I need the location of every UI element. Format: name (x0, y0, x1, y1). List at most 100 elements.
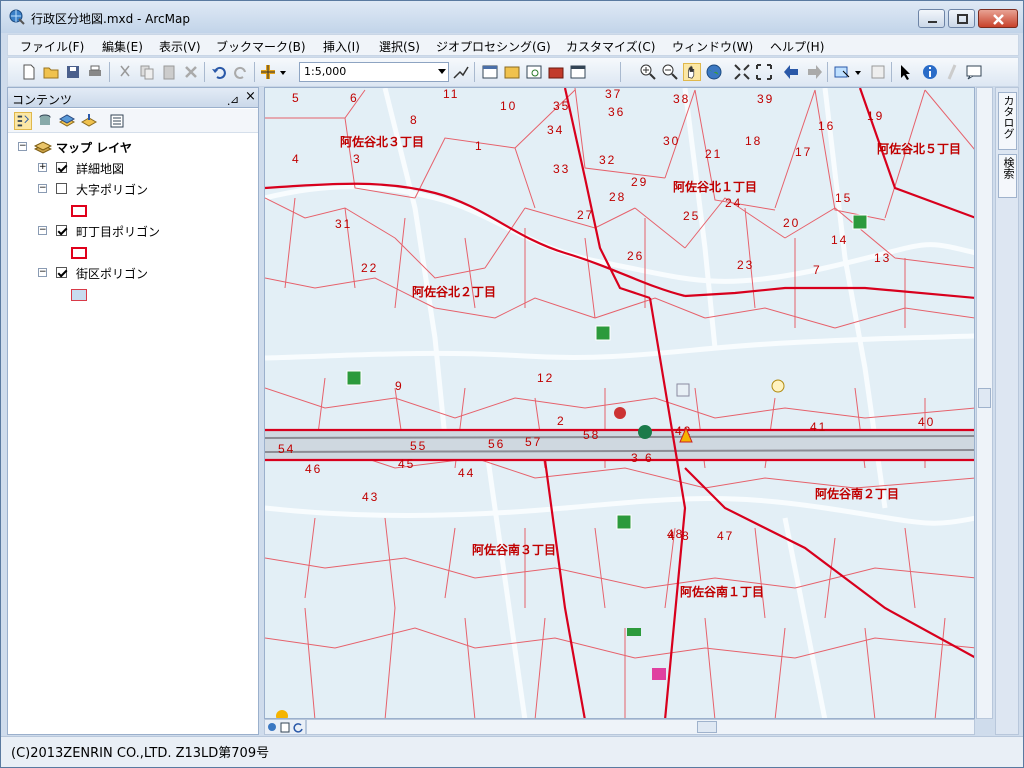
layer-row-detail-map[interactable]: + 詳細地図 (38, 159, 248, 177)
drugstore-icon (652, 668, 666, 680)
layer-label: 町丁目ポリゴン (76, 225, 161, 239)
tree-root-map-layers[interactable]: − マップ レイヤ (18, 138, 248, 156)
symbol-swatch-oaza[interactable] (71, 205, 87, 217)
identify-icon[interactable] (921, 63, 939, 81)
select-dropdown-icon[interactable] (853, 63, 863, 81)
layer-visibility-checkbox[interactable] (56, 225, 67, 236)
search-window-icon[interactable] (525, 63, 543, 81)
python-window-icon[interactable] (569, 63, 587, 81)
standard-toolbar: 1:5,000 (7, 57, 1019, 87)
open-folder-icon[interactable] (42, 63, 60, 81)
symbol-swatch-chome[interactable] (71, 247, 87, 259)
pan-hand-icon[interactable] (683, 63, 701, 81)
menu-help[interactable]: ヘルプ(H) (770, 38, 824, 55)
horizontal-scroll-thumb[interactable] (697, 721, 717, 733)
print-icon[interactable] (86, 63, 104, 81)
arctoolbox-icon[interactable] (547, 63, 565, 81)
menu-geoprocessing[interactable]: ジオプロセシング(G) (436, 38, 551, 55)
layer-visibility-checkbox[interactable] (56, 183, 67, 194)
layer-row-gaiku-polygon[interactable]: − 街区ポリゴン (38, 264, 248, 282)
vertical-scroll-thumb[interactable] (978, 388, 991, 408)
back-extent-icon[interactable] (783, 63, 801, 81)
block-number: 25 (683, 209, 700, 223)
zoom-out-icon[interactable] (661, 63, 679, 81)
bus-stop-icon (627, 628, 641, 636)
block-number: 36 (608, 105, 625, 119)
convenience-store-icon (595, 325, 611, 341)
delete-icon[interactable] (182, 63, 200, 81)
menu-file[interactable]: ファイル(F) (20, 38, 84, 55)
full-extent-globe-icon[interactable] (705, 63, 723, 81)
new-document-icon[interactable] (20, 63, 38, 81)
add-data-icon[interactable] (259, 63, 277, 81)
view-toggle-bar (264, 719, 306, 735)
fixed-zoom-in-icon[interactable] (733, 63, 751, 81)
block-number: 8 (410, 113, 419, 127)
menu-view[interactable]: 表示(V) (159, 38, 201, 55)
menu-edit[interactable]: 編集(E) (102, 38, 143, 55)
collapse-icon[interactable]: − (18, 142, 27, 151)
toc-options-icon[interactable] (108, 112, 126, 130)
table-of-contents-icon[interactable] (481, 63, 499, 81)
block-number: 30 (663, 134, 680, 148)
select-features-icon[interactable] (833, 63, 851, 81)
menu-bookmarks[interactable]: ブックマーク(B) (216, 38, 306, 55)
list-by-selection-icon[interactable] (80, 112, 98, 130)
layout-view-icon[interactable] (280, 722, 291, 733)
list-by-drawing-order-icon[interactable] (14, 112, 32, 130)
menu-customize[interactable]: カスタマイズ(C) (566, 38, 655, 55)
symbol-swatch-gaiku[interactable] (71, 289, 87, 301)
horizontal-scrollbar[interactable] (306, 719, 975, 735)
cut-icon[interactable] (116, 63, 134, 81)
select-elements-arrow-icon[interactable] (897, 63, 915, 81)
collapse-icon[interactable]: − (38, 268, 47, 277)
close-window-button[interactable] (978, 9, 1018, 28)
forward-extent-icon[interactable] (805, 63, 823, 81)
collapse-icon[interactable]: − (38, 184, 47, 193)
save-icon[interactable] (64, 63, 82, 81)
map-view[interactable]: 阿佐谷北３丁目 阿佐谷北１丁目 阿佐谷北５丁目 阿佐谷北２丁目 阿佐谷南２丁目 … (264, 87, 975, 719)
hyperlink-icon[interactable] (943, 63, 961, 81)
undo-icon[interactable] (210, 63, 228, 81)
layer-visibility-checkbox[interactable] (56, 267, 67, 278)
layer-row-chome-polygon[interactable]: − 町丁目ポリゴン (38, 222, 248, 240)
search-dock-tab[interactable]: 検索 (998, 154, 1017, 198)
html-popup-icon[interactable] (965, 63, 983, 81)
clear-selection-icon[interactable] (869, 63, 887, 81)
block-number: 23 (737, 258, 754, 272)
toc-close-button[interactable]: × (245, 89, 256, 104)
refresh-icon[interactable] (293, 722, 304, 733)
catalog-tab-label: カタログ (1002, 95, 1015, 139)
redo-icon[interactable] (232, 63, 250, 81)
menu-window[interactable]: ウィンドウ(W) (672, 38, 753, 55)
pin-icon[interactable]: ฺ⊿ (230, 90, 239, 108)
block-number: 22 (361, 261, 378, 275)
expand-icon[interactable]: + (38, 163, 47, 172)
zoom-in-icon[interactable] (639, 63, 657, 81)
block-number: 3 (353, 152, 362, 166)
editor-toolbar-icon[interactable] (452, 63, 470, 81)
collapse-icon[interactable]: − (38, 226, 47, 235)
copy-icon[interactable] (138, 63, 156, 81)
add-data-dropdown-icon[interactable] (278, 63, 288, 81)
fixed-zoom-out-icon[interactable] (755, 63, 773, 81)
table-of-contents-panel: コンテンツ ฺ⊿ × − マップ レイヤ + 詳細地図 − 大字ポリゴン − 町… (7, 87, 259, 735)
list-by-visibility-icon[interactable] (58, 112, 76, 130)
catalog-dock-tab[interactable]: カタログ (998, 92, 1017, 150)
map-canvas[interactable]: 阿佐谷北３丁目 阿佐谷北１丁目 阿佐谷北５丁目 阿佐谷北２丁目 阿佐谷南２丁目 … (265, 88, 975, 719)
district-label: 阿佐谷南３丁目 (472, 542, 556, 557)
layer-visibility-checkbox[interactable] (56, 162, 67, 173)
arcmap-globe-icon (9, 9, 25, 25)
list-by-source-icon[interactable] (36, 112, 54, 130)
minimize-button[interactable] (918, 9, 945, 28)
vertical-scrollbar[interactable] (976, 87, 993, 719)
menu-selection[interactable]: 選択(S) (379, 38, 420, 55)
map-scale-combobox[interactable]: 1:5,000 (299, 62, 449, 82)
catalog-window-icon[interactable] (503, 63, 521, 81)
block-number: 37 (605, 88, 622, 101)
layer-row-oaza-polygon[interactable]: − 大字ポリゴン (38, 180, 248, 198)
data-view-icon[interactable] (267, 722, 278, 733)
menu-insert[interactable]: 挿入(I) (323, 38, 360, 55)
paste-icon[interactable] (160, 63, 178, 81)
maximize-button[interactable] (948, 9, 975, 28)
